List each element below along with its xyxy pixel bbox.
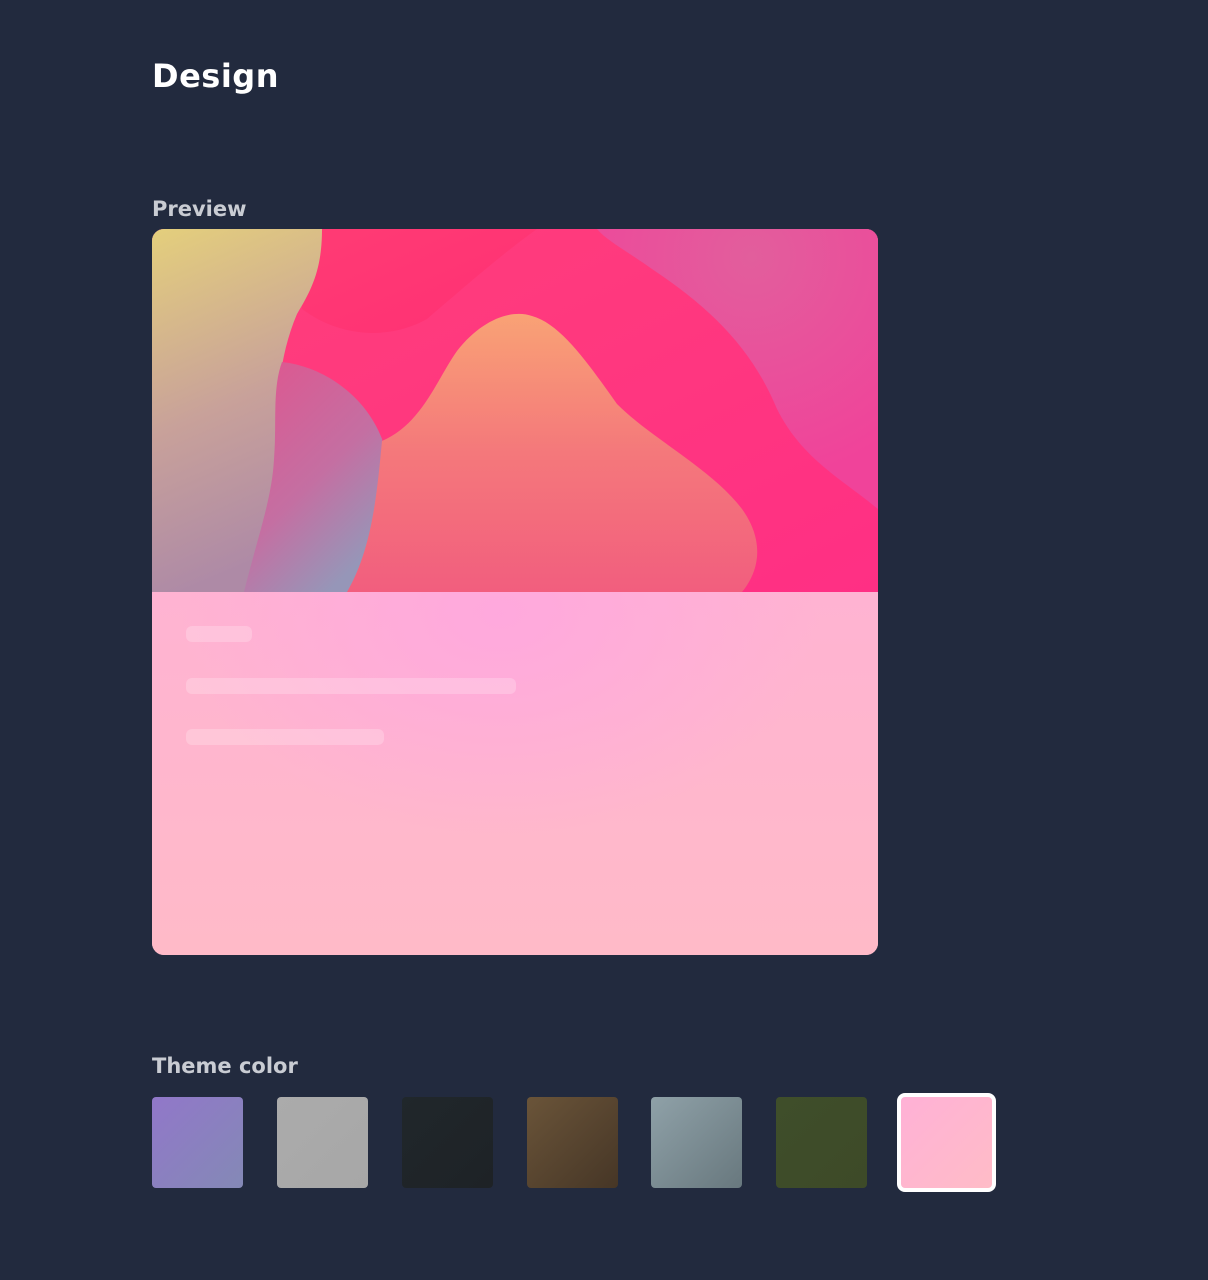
swatch-brown[interactable]: [527, 1097, 618, 1188]
swatch-charcoal[interactable]: [402, 1097, 493, 1188]
swatch-olive[interactable]: [776, 1097, 867, 1188]
swatch-gray[interactable]: [277, 1097, 368, 1188]
swatch-slate[interactable]: [651, 1097, 742, 1188]
preview-body: [152, 592, 878, 955]
abstract-blob-art: [152, 229, 878, 592]
swatch-purple[interactable]: [152, 1097, 243, 1188]
preview-label: Preview: [152, 197, 247, 221]
preview-hero-image: [152, 229, 878, 592]
page-title: Design: [152, 57, 279, 95]
skeleton-title-line: [186, 626, 252, 642]
theme-color-picker: [152, 1093, 998, 1192]
theme-preview-card: [152, 229, 878, 955]
skeleton-text-line: [186, 729, 384, 745]
swatch-pink[interactable]: [897, 1093, 996, 1192]
theme-color-label: Theme color: [152, 1054, 298, 1078]
skeleton-text-line: [186, 678, 516, 694]
